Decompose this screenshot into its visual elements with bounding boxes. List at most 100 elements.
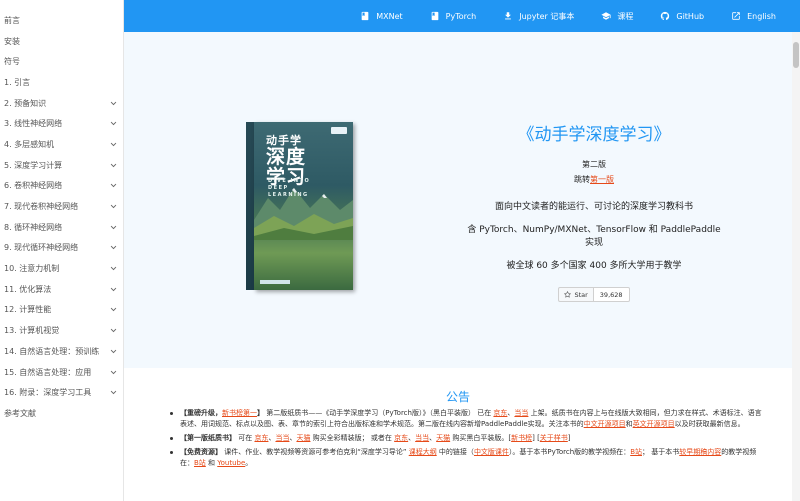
announcement-text: ； 基于本书 (642, 448, 680, 456)
chevron-down-icon[interactable] (109, 203, 117, 211)
youtube-link[interactable]: Youtube (217, 459, 245, 467)
sidebar-item[interactable]: 11. 优化算法 (0, 279, 123, 300)
bestseller-link[interactable]: 新书榜第一 (222, 409, 257, 417)
sidebar-item-label: 16. 附录：深度学习工具 (4, 388, 92, 398)
sidebar-item[interactable]: 6. 卷积神经网络 (0, 176, 123, 197)
jd-link[interactable]: 京东 (254, 434, 268, 442)
announcement-text: 。 (245, 459, 253, 467)
bestseller-list-link[interactable]: 新书榜 (511, 434, 532, 442)
chinese-repo-link[interactable]: 中文开源项目 (584, 420, 626, 428)
dangdang-link[interactable]: 当当 (415, 434, 429, 442)
dangdang-link[interactable]: 当当 (275, 434, 289, 442)
tmall-link[interactable]: 天猫 (436, 434, 450, 442)
sidebar-item[interactable]: 1. 引言 (0, 72, 123, 93)
top-navbar: MXNet PyTorch Jupyter 记事本 课程 GitHub Engl… (124, 0, 800, 32)
nav-link-mxnet[interactable]: MXNet (360, 11, 403, 21)
hero-text: 《动手学深度学习》 第二版 跳转第一版 面向中文读者的能运行、可讨论的深度学习教… (404, 120, 784, 302)
scrollbar-thumb[interactable] (793, 42, 799, 68)
chevron-down-icon[interactable] (109, 285, 117, 293)
sidebar-item[interactable]: 16. 附录：深度学习工具 (0, 382, 123, 403)
syllabus-link[interactable]: 课程大纲 (409, 448, 437, 456)
chevron-down-icon[interactable] (109, 306, 117, 314)
nav-link-english[interactable]: English (731, 11, 776, 21)
chevron-down-icon[interactable] (109, 120, 117, 128)
announcement-text: 第二版纸质书——《动手学深度学习（PyTorch版）》（黑白平装版） 已在 (264, 409, 494, 417)
nav-link-jupyter[interactable]: Jupyter 记事本 (503, 11, 574, 22)
chevron-down-icon[interactable] (109, 223, 117, 231)
chevron-down-icon[interactable] (109, 347, 117, 355)
chevron-down-icon[interactable] (109, 182, 117, 190)
sidebar-item[interactable]: 15. 自然语言处理：应用 (0, 362, 123, 383)
first-edition-link[interactable]: 第一版 (590, 175, 614, 184)
sidebar-item[interactable]: 4. 多层感知机 (0, 134, 123, 155)
chevron-down-icon[interactable] (109, 389, 117, 397)
nav-link-courses[interactable]: 课程 (601, 11, 633, 22)
early-draft-link[interactable]: 较早期稿内容 (679, 448, 721, 456)
star-icon (564, 291, 572, 298)
sidebar: 前言 安装符号 1. 引言 2. 预备知识 3. 线性神经网络 4. 多层感知机 5. 深度… (0, 0, 124, 501)
bilibili-link[interactable]: B站 (194, 459, 206, 467)
announcement-text: ）。基于本书PyTorch版的教学视频在： (508, 448, 631, 456)
sidebar-item[interactable]: 9. 现代循环神经网络 (0, 238, 123, 259)
chevron-down-icon[interactable] (109, 368, 117, 376)
chinese-slides-link[interactable]: 中文版课件 (474, 448, 509, 456)
announcement-text: 购买全彩精装版； 或者在 (310, 434, 395, 442)
announcement-title: 公告 (445, 390, 470, 404)
adoption-line: 被全球 60 多个国家 400 多所大学用于教学 (506, 261, 682, 271)
jd-link[interactable]: 京东 (493, 409, 507, 417)
nav-link-pytorch[interactable]: PyTorch (430, 11, 477, 21)
star-label: Star (574, 290, 588, 299)
announcement-text: 和 (205, 459, 218, 467)
announcement-item: 【第一版纸质书】 可在 京东、当当、天猫 购买全彩精装版； 或者在 京东、当当、… (168, 433, 768, 444)
announcement-text: 购买黑白平装版。[ (450, 434, 512, 442)
nav-link-label: PyTorch (445, 11, 477, 21)
bilibili-link[interactable]: B站 (630, 448, 642, 456)
frameworks-line: 含 PyTorch、NumPy/MXNet、TensorFlow 和 Paddl… (467, 225, 721, 248)
sidebar-item-label: 10. 注意力机制 (4, 264, 60, 274)
sidebar-item[interactable]: 2. 预备知识 (0, 93, 123, 114)
github-icon (661, 11, 670, 20)
sidebar-item-label: 3. 线性神经网络 (4, 119, 63, 129)
sidebar-item[interactable]: 10. 注意力机制 (0, 258, 123, 279)
sample-book-link[interactable]: 关于样书 (540, 434, 568, 442)
dangdang-link[interactable]: 当当 (514, 409, 528, 417)
sidebar-list: 前言 安装符号 1. 引言 2. 预备知识 3. 线性神经网络 4. 多层感知机 5. 深度… (0, 10, 123, 424)
sidebar-item-label: 12. 计算性能 (4, 305, 52, 315)
sidebar-item[interactable]: 符号 (0, 51, 123, 72)
star-count[interactable]: 39,628 (593, 287, 630, 302)
sidebar-item-label: 参考文献 (4, 408, 36, 418)
chevron-down-icon[interactable] (109, 265, 117, 273)
jd-link[interactable]: 京东 (394, 434, 408, 442)
nav-link-github[interactable]: GitHub (660, 11, 704, 21)
english-repo-link[interactable]: 英文开源项目 (633, 420, 675, 428)
announcement-text: 可在 (236, 434, 255, 442)
sidebar-item[interactable]: 14. 自然语言处理：预训练 (0, 341, 123, 362)
sidebar-item[interactable]: 前言 (0, 10, 123, 31)
publisher-badge (331, 127, 347, 134)
sidebar-item[interactable]: 3. 线性神经网络 (0, 113, 123, 134)
chevron-down-icon[interactable] (109, 99, 117, 107)
announcement-list: 【重磅升级，新书榜第一】 第二版纸质书——《动手学深度学习（PyTorch版）》… (168, 408, 768, 472)
github-star-button[interactable]: Star (558, 287, 594, 302)
sidebar-item[interactable]: 5. 深度学习计算 (0, 155, 123, 176)
jump-line: 跳转第一版 (404, 174, 784, 185)
sidebar-item[interactable]: 安装 (0, 31, 123, 52)
sidebar-item[interactable]: 8. 循环神经网络 (0, 217, 123, 238)
announcement-text: 和 (625, 420, 633, 428)
sidebar-item-label: 6. 卷积神经网络 (4, 181, 63, 191)
sidebar-item-label: 符号 (4, 57, 20, 67)
sidebar-item[interactable]: 7. 现代卷积神经网络 (0, 196, 123, 217)
tmall-link[interactable]: 天猫 (296, 434, 310, 442)
chevron-down-icon[interactable] (109, 161, 117, 169)
chevron-down-icon[interactable] (109, 140, 117, 148)
announcement-text: 以及时获取最新信息。 (674, 420, 745, 428)
nav-link-label: Jupyter 记事本 (519, 11, 575, 21)
page-scrollbar[interactable] (792, 32, 800, 501)
sidebar-item-label: 8. 循环神经网络 (4, 222, 63, 232)
sidebar-item[interactable]: 12. 计算性能 (0, 300, 123, 321)
chevron-down-icon[interactable] (109, 327, 117, 335)
announcement-item: 【重磅升级，新书榜第一】 第二版纸质书——《动手学深度学习（PyTorch版）》… (168, 408, 768, 430)
sidebar-item[interactable]: 参考文献 (0, 403, 123, 424)
chevron-down-icon[interactable] (109, 244, 117, 252)
sidebar-item[interactable]: 13. 计算机视觉 (0, 320, 123, 341)
